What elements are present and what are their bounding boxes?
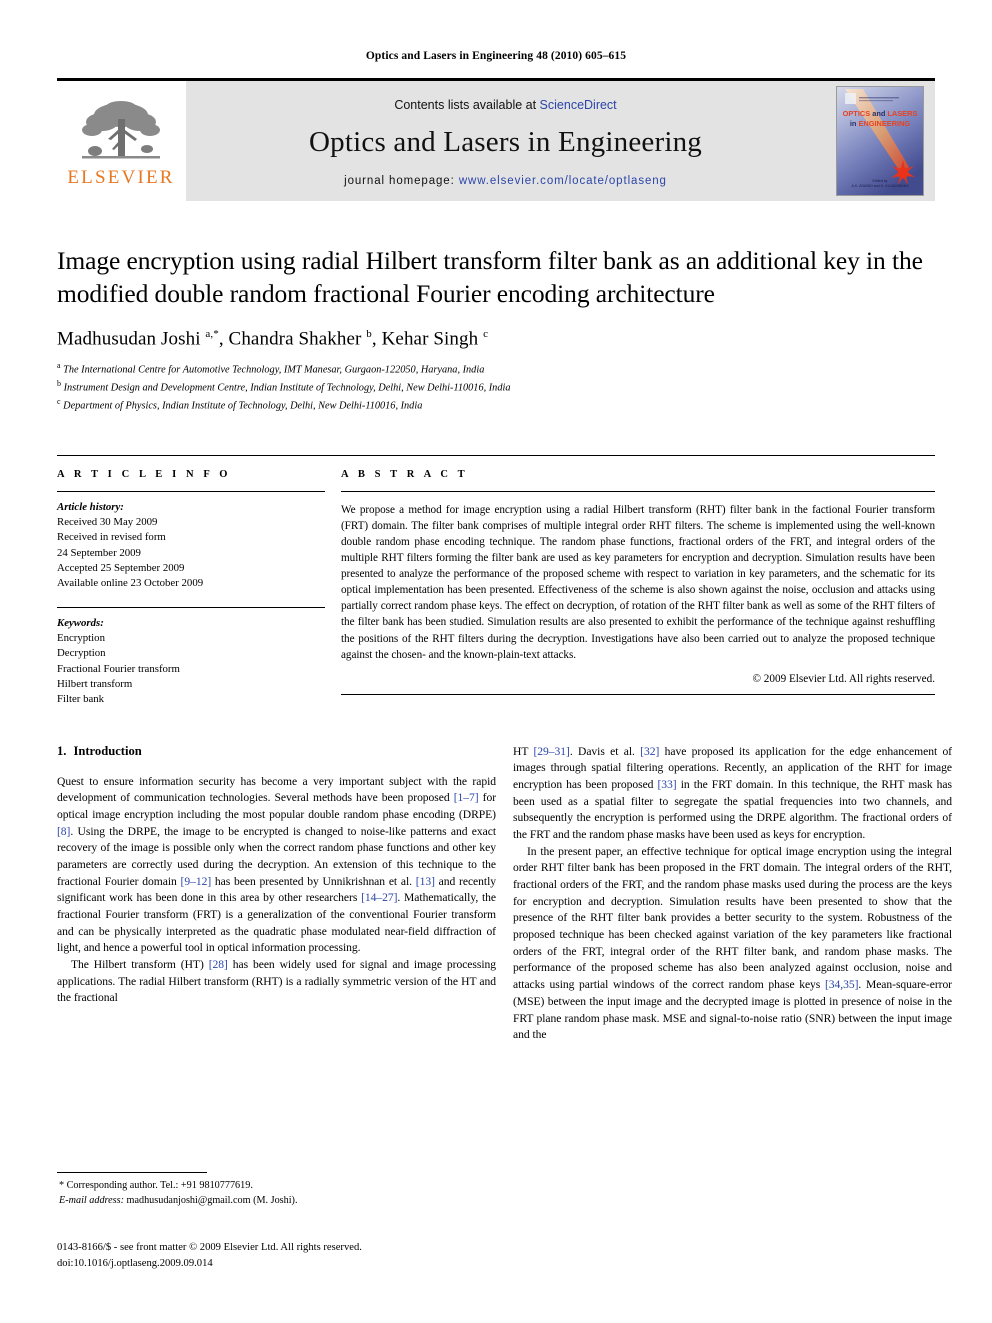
title-block: Image encryption using radial Hilbert tr… [57,245,935,415]
affiliation-item: a The International Centre for Automotiv… [57,360,935,378]
journal-title: Optics and Lasers in Engineering [309,125,702,158]
citation-ref[interactable]: [32] [640,745,659,758]
keywords-label: Keywords: [57,616,104,629]
citation-ref[interactable]: [28] [209,958,228,971]
paragraph: In the present paper, an effective techn… [513,844,952,1042]
affiliation-list: a The International Centre for Automotiv… [57,360,935,415]
corresponding-author-note: * Corresponding author. Tel.: +91 981077… [59,1180,253,1191]
svg-text:OPTICS and LASERS: OPTICS and LASERS [843,109,918,118]
elsevier-logo: ELSEVIER [57,81,185,201]
article-history-label: Article history: [57,500,124,513]
footnote-divider [57,1172,207,1173]
article-history-line: Received 30 May 2009 [57,515,158,528]
homepage-prefix: journal homepage: [344,174,459,187]
keyword-item: Hilbert transform [57,677,133,690]
running-head: Optics and Lasers in Engineering 48 (201… [365,50,627,62]
affiliation-text: Department of Physics, Indian Institute … [63,400,423,412]
citation-ref[interactable]: [13] [416,875,435,888]
issn-copyright-line: 0143-8166/$ - see front matter © 2009 El… [57,1242,362,1253]
paper-page: Optics and Lasers in Engineering 48 (201… [0,0,992,1323]
paragraph: Quest to ensure information security has… [57,774,497,955]
journal-cover-thumbnail: OPTICS and LASERS in ENGINEERING Edited … [836,86,924,196]
email-note: E-mail address: madhusudanjoshi@gmail.co… [57,1194,496,1209]
citation-ref[interactable]: [34,35] [825,978,859,991]
article-history-line: Received in revised form [57,531,166,544]
citation-ref[interactable]: [29–31] [533,745,569,758]
abstract-copyright: © 2009 Elsevier Ltd. All rights reserved… [752,672,936,685]
article-info-column: A R T I C L E I N F O Article history: R… [57,469,325,708]
paragraph: The Hilbert transform (HT) [28] has been… [57,958,496,1005]
affiliation-marker: c [57,397,61,407]
body-column-left: 1. Introduction Quest to ensure informati… [57,744,496,1044]
elsevier-wordmark: ELSEVIER [67,167,175,188]
body-column-right: HT [29–31]. Davis et al. [32] have propo… [513,744,952,1044]
section-number: 1. [57,743,67,758]
citation-ref[interactable]: [1–7] [454,791,479,804]
svg-text:in ENGINEERING: in ENGINEERING [850,119,911,128]
keyword-item: Decryption [57,647,106,660]
affiliation-item: b Instrument Design and Development Cent… [57,378,935,396]
journal-homepage-link[interactable]: www.elsevier.com/locate/optlaseng [459,175,667,187]
affiliation-marker: b [57,378,61,388]
svg-text:A.K. ASUNDI and D. KUJAWINSKA: A.K. ASUNDI and D. KUJAWINSKA [852,184,910,188]
keyword-item: Filter bank [57,693,105,706]
affiliation-marker: a [57,360,61,370]
footer-block: 0143-8166/$ - see front matter © 2009 El… [57,1240,557,1272]
contents-available-line: Contents lists available at ScienceDirec… [394,98,616,112]
journal-cover-cell: OPTICS and LASERS in ENGINEERING Edited … [825,81,935,201]
affiliation-text: Instrument Design and Development Centre… [63,382,511,394]
section-heading-introduction: 1. Introduction [57,744,496,759]
body-columns: 1. Introduction Quest to ensure informati… [57,744,952,1044]
article-history-line: Available online 23 October 2009 [57,577,204,590]
contents-prefix: Contents lists available at [394,97,540,112]
article-info-heading: A R T I C L E I N F O [57,468,232,480]
citation-ref[interactable]: [8] [57,825,70,838]
masthead-center: Contents lists available at ScienceDirec… [185,81,825,201]
citation-ref[interactable]: [9–12] [181,875,212,888]
abstract-text: We propose a method for image encryption… [341,503,935,661]
info-abstract-section: A R T I C L E I N F O Article history: R… [57,454,935,708]
elsevier-tree-icon [82,101,160,159]
page-title: Image encryption using radial Hilbert tr… [57,246,923,308]
journal-masthead: ELSEVIER Contents lists available at Sci… [57,78,935,201]
email-address[interactable]: madhusudanjoshi@gmail.com (M. Joshi). [127,1195,298,1206]
email-label: E-mail address: [59,1194,124,1206]
sciencedirect-link[interactable]: ScienceDirect [540,98,617,112]
article-history: Article history: Received 30 May 2009 Re… [57,492,325,592]
cover-artwork-icon: OPTICS and LASERS in ENGINEERING Edited … [837,87,923,195]
section-label: Introduction [73,743,142,758]
citation-ref[interactable]: [14–27] [361,891,397,904]
doi-line: doi:10.1016/j.optlaseng.2009.09.014 [57,1257,213,1269]
affiliation-item: c Department of Physics, Indian Institut… [57,396,935,414]
affiliation-text: The International Centre for Automotive … [63,364,485,375]
citation-ref[interactable]: [33] [658,778,677,791]
abstract-column: A B S T R A C T We propose a method for … [325,469,935,708]
author-list: Madhusudan Joshi a,*, Chandra Shakher b,… [57,328,489,350]
svg-text:Edited by: Edited by [873,179,888,183]
keywords-block: Keywords: Encryption Decryption Fraction… [57,608,325,708]
keyword-item: Encryption [57,631,105,644]
journal-homepage-line: journal homepage: www.elsevier.com/locat… [344,175,667,187]
abstract-heading: A B S T R A C T [341,468,469,480]
footnote-block: * Corresponding author. Tel.: +91 981077… [57,1172,496,1209]
keyword-item: Fractional Fourier transform [57,662,180,675]
article-history-line: 24 September 2009 [57,546,141,559]
article-history-line: Accepted 25 September 2009 [57,561,185,574]
abstract-bottom-rule [341,693,935,695]
paragraph: HT [29–31]. Davis et al. [32] have propo… [513,744,952,841]
